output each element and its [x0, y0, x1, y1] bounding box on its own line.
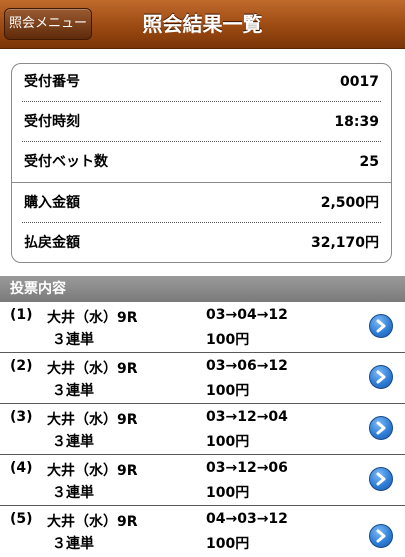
bet-type: ３連単: [52, 332, 94, 348]
summary-label: 購入金額: [24, 195, 80, 211]
bet-combination: 03→12→06: [206, 460, 288, 476]
bet-type: ３連単: [52, 383, 94, 399]
chevron-right-icon[interactable]: [369, 416, 393, 440]
bet-list-item[interactable]: (3) 大井（水）9R ３連単 03→12→04 100円: [0, 404, 405, 455]
bet-list-item[interactable]: (1) 大井（水）9R ３連単 03→04→12 100円: [0, 302, 405, 353]
chevron-right-icon[interactable]: [369, 314, 393, 338]
bet-race: 大井（水）9R: [47, 463, 138, 479]
chevron-right-icon[interactable]: [369, 524, 393, 548]
summary-row-payout-amount: 払戻金額 32,170円: [24, 225, 379, 261]
bet-race: 大井（水）9R: [47, 361, 138, 377]
summary-label: 受付時刻: [24, 114, 80, 130]
top-bar: 照会メニュー 照会結果一覧: [0, 0, 405, 49]
bet-index: (1): [10, 307, 33, 323]
summary-panel: 受付番号 0017 受付時刻 18:39 受付ベット数 25 購入金額 2,50…: [11, 63, 392, 263]
chevron-right-icon[interactable]: [369, 365, 393, 389]
bet-amount: 100円: [206, 485, 250, 501]
bet-type: ３連単: [52, 485, 94, 501]
summary-row-purchase-amount: 購入金額 2,500円: [24, 185, 379, 221]
bet-amount: 100円: [206, 383, 250, 399]
bet-combination: 03→06→12: [206, 358, 288, 374]
page-title: 照会結果一覧: [142, 12, 263, 36]
summary-value: 32,170円: [310, 235, 379, 251]
chevron-right-icon[interactable]: [369, 467, 393, 491]
summary-value: 2,500円: [320, 195, 379, 211]
divider: [22, 222, 381, 223]
summary-row-receipt-time: 受付時刻 18:39: [24, 104, 379, 140]
divider: [12, 182, 391, 183]
summary-value: 18:39: [334, 114, 379, 130]
bet-index: (2): [10, 358, 33, 374]
bet-combination: 04→03→12: [206, 511, 288, 527]
summary-label: 払戻金額: [24, 235, 80, 251]
bet-race: 大井（水）9R: [47, 514, 138, 530]
bet-amount: 100円: [206, 434, 250, 450]
bet-race: 大井（水）9R: [47, 310, 138, 326]
summary-label: 受付番号: [24, 74, 80, 90]
divider: [22, 101, 381, 102]
summary-value: 0017: [340, 74, 379, 90]
bet-index: (4): [10, 460, 33, 476]
bet-amount: 100円: [206, 536, 250, 552]
summary-row-receipt-number: 受付番号 0017: [24, 64, 379, 100]
summary-value: 25: [359, 154, 379, 170]
summary-label: 受付ベット数: [24, 154, 108, 170]
bet-combination: 03→04→12: [206, 307, 288, 323]
section-header-bet-contents: 投票内容: [0, 276, 405, 302]
bet-index: (3): [10, 409, 33, 425]
bet-index: (5): [10, 511, 33, 527]
bet-type: ３連単: [52, 434, 94, 450]
bet-amount: 100円: [206, 332, 250, 348]
summary-row-bet-count: 受付ベット数 25: [24, 144, 379, 180]
bet-combination: 03→12→04: [206, 409, 288, 425]
bet-type: ３連単: [52, 536, 94, 552]
bet-list-item[interactable]: (4) 大井（水）9R ３連単 03→12→06 100円: [0, 455, 405, 506]
bet-list-item[interactable]: (2) 大井（水）9R ３連単 03→06→12 100円: [0, 353, 405, 404]
bet-list-item[interactable]: (5) 大井（水）9R ３連単 04→03→12 100円: [0, 506, 405, 557]
bet-race: 大井（水）9R: [47, 412, 138, 428]
divider: [22, 141, 381, 142]
